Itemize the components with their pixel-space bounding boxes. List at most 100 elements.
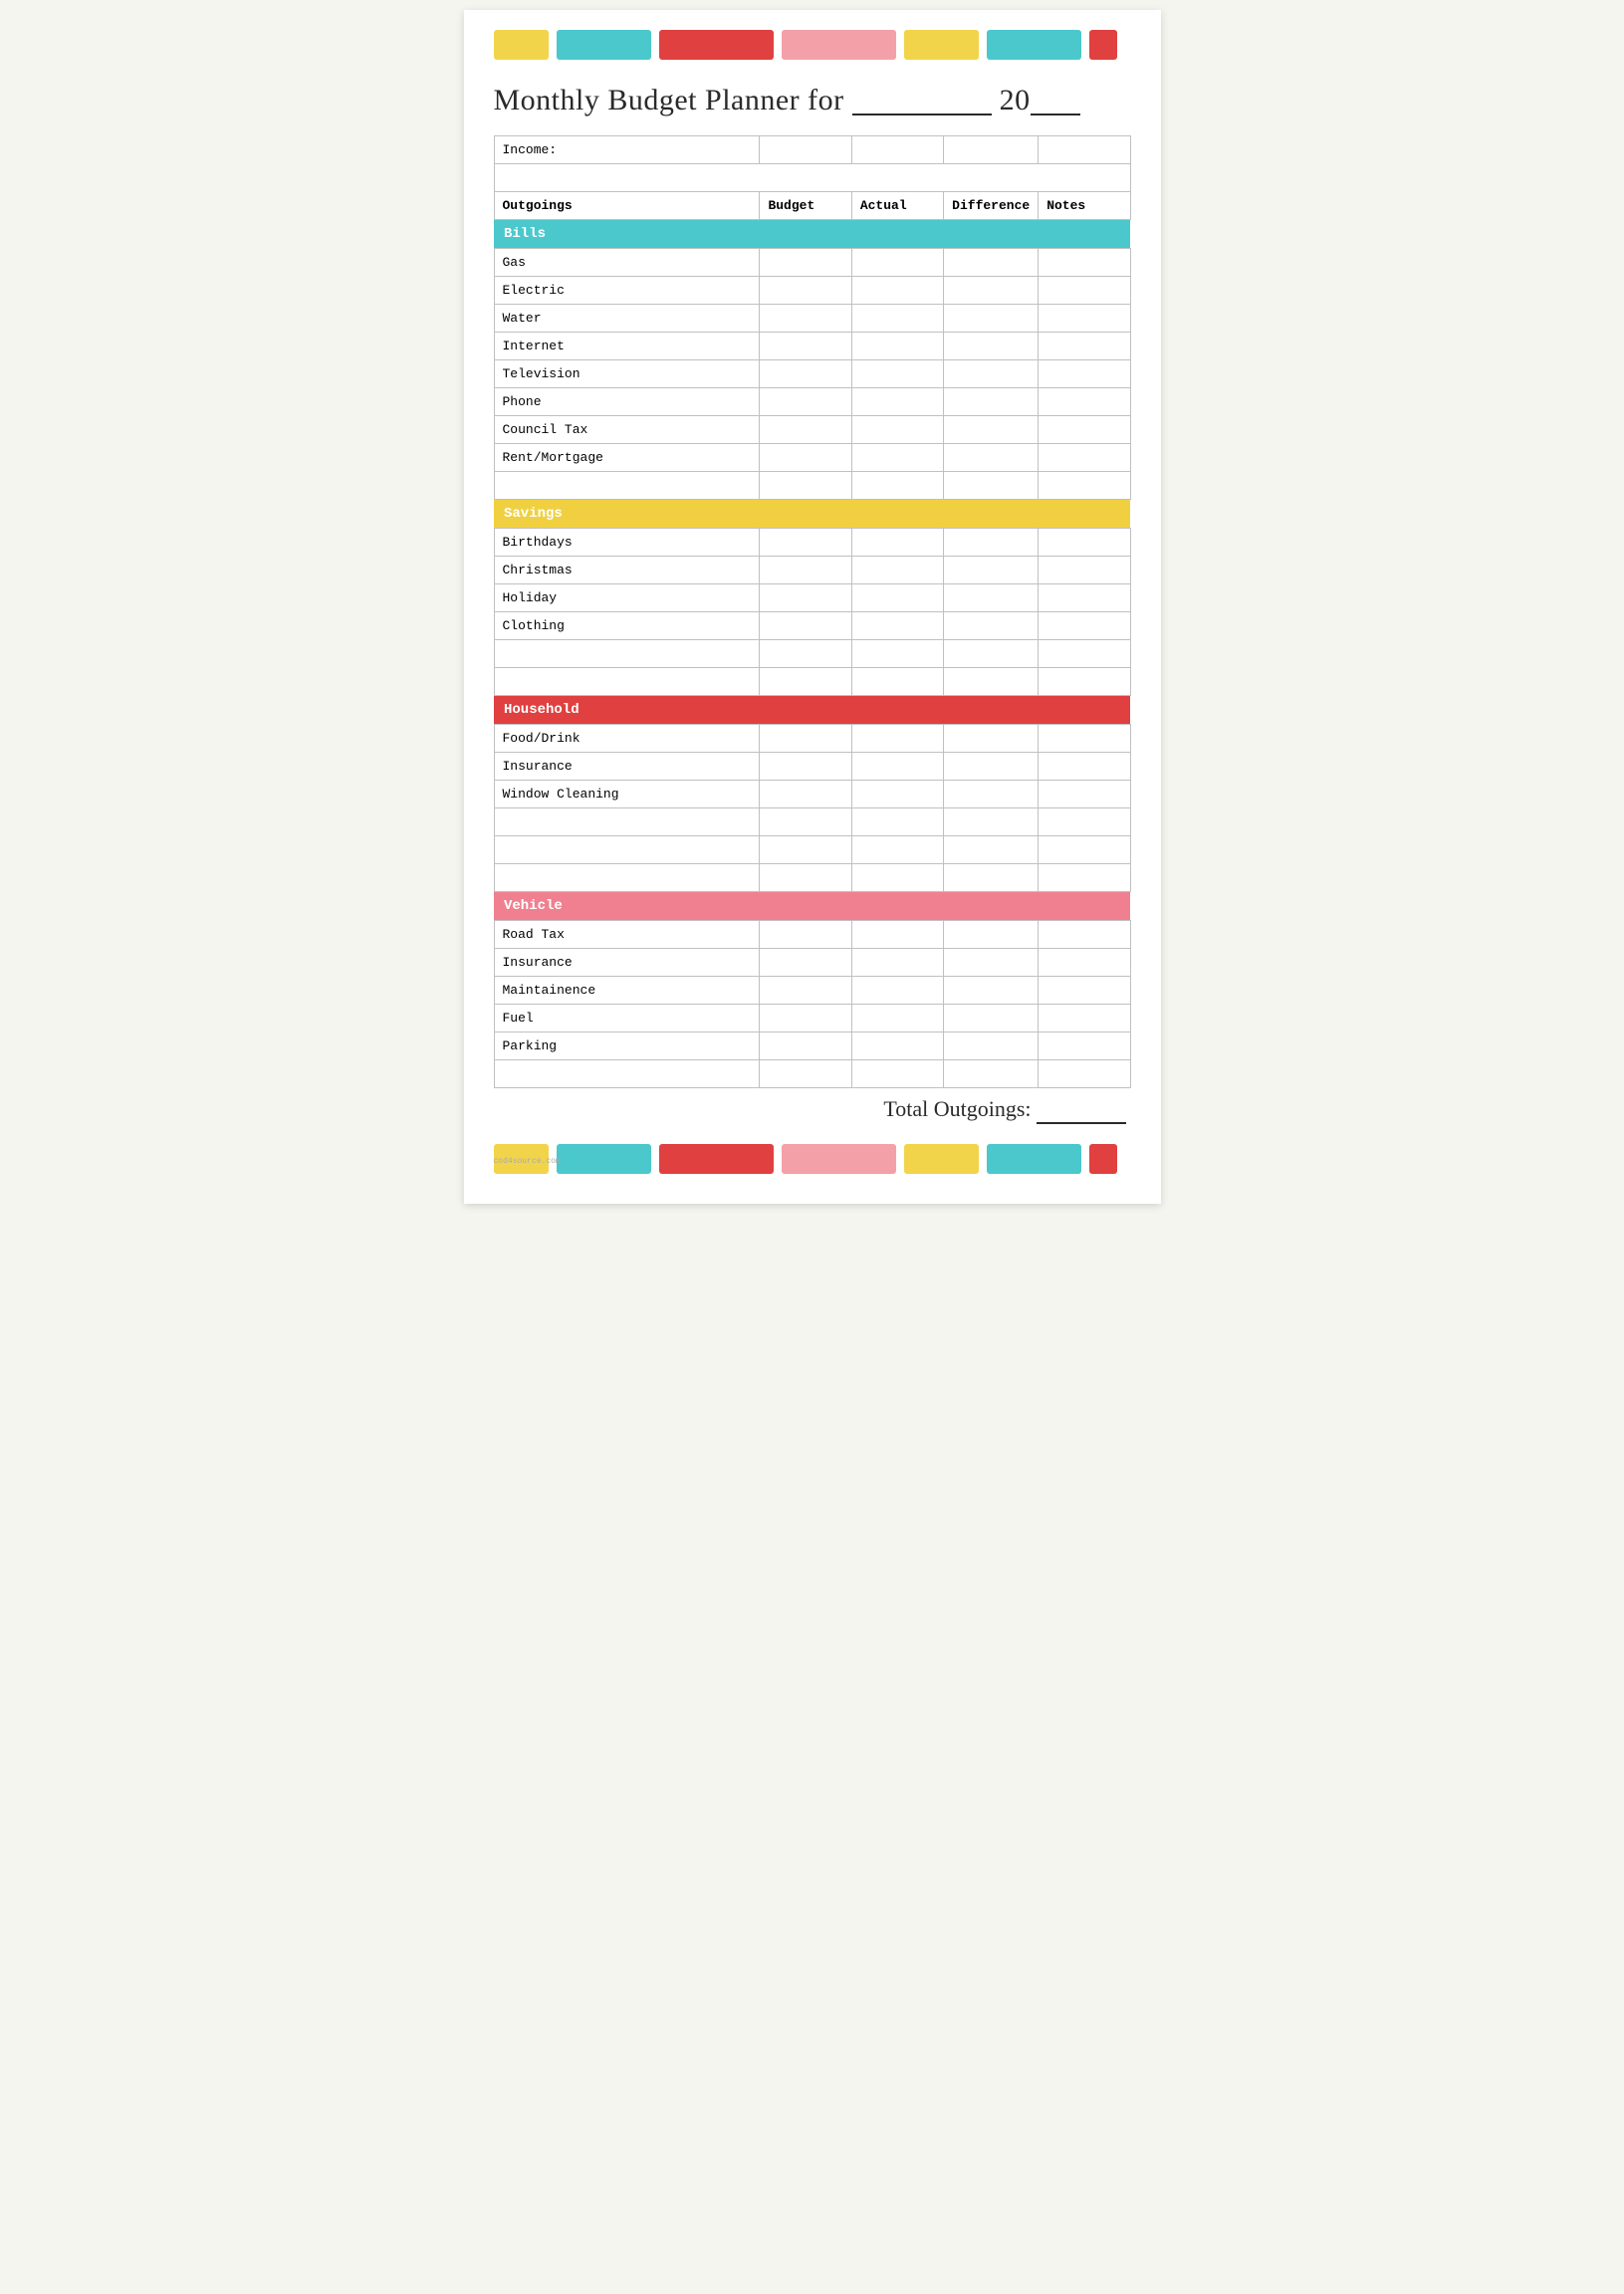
row-insurance-vehicle: Insurance xyxy=(494,949,1130,977)
maintainence-notes xyxy=(1039,977,1130,1005)
section-household-header: Household xyxy=(494,696,1130,725)
bottom-bar-teal-1 xyxy=(557,1144,651,1174)
label-maintainence: Maintainence xyxy=(494,977,760,1005)
savings-label: Savings xyxy=(494,500,1130,529)
label-holiday: Holiday xyxy=(494,584,760,612)
row-water: Water xyxy=(494,305,1130,333)
total-value-line xyxy=(1037,1096,1126,1124)
gas-diff xyxy=(944,249,1039,277)
row-rent-mortgage: Rent/Mortgage xyxy=(494,444,1130,472)
savings-spacer-2 xyxy=(494,668,1130,696)
rent-actual xyxy=(851,444,943,472)
label-food-drink: Food/Drink xyxy=(494,725,760,753)
page-title: Monthly Budget Planner for 20 xyxy=(494,80,1131,117)
bar-teal-2 xyxy=(987,30,1081,60)
birthdays-diff xyxy=(944,529,1039,557)
label-gas: Gas xyxy=(494,249,760,277)
electric-diff xyxy=(944,277,1039,305)
row-parking: Parking xyxy=(494,1032,1130,1060)
water-notes xyxy=(1039,305,1130,333)
insurance-h-actual xyxy=(851,753,943,781)
col-header-notes: Notes xyxy=(1039,192,1130,220)
col-header-actual: Actual xyxy=(851,192,943,220)
council-tax-notes xyxy=(1039,416,1130,444)
insurance-h-budget xyxy=(760,753,851,781)
label-internet: Internet xyxy=(494,333,760,360)
row-insurance-household: Insurance xyxy=(494,753,1130,781)
bar-red-1 xyxy=(659,30,774,60)
phone-diff xyxy=(944,388,1039,416)
row-fuel: Fuel xyxy=(494,1005,1130,1032)
bottom-color-bar xyxy=(494,1144,1131,1174)
bar-red-2 xyxy=(1089,30,1117,60)
council-tax-diff xyxy=(944,416,1039,444)
internet-budget xyxy=(760,333,851,360)
fuel-notes xyxy=(1039,1005,1130,1032)
gas-budget xyxy=(760,249,851,277)
household-label: Household xyxy=(494,696,1130,725)
insurance-v-actual xyxy=(851,949,943,977)
row-holiday: Holiday xyxy=(494,584,1130,612)
label-television: Television xyxy=(494,360,760,388)
row-christmas: Christmas xyxy=(494,557,1130,584)
window-notes xyxy=(1039,781,1130,808)
label-phone: Phone xyxy=(494,388,760,416)
rent-budget xyxy=(760,444,851,472)
income-notes xyxy=(1039,136,1130,164)
row-road-tax: Road Tax xyxy=(494,921,1130,949)
christmas-diff xyxy=(944,557,1039,584)
window-actual xyxy=(851,781,943,808)
label-rent-mortgage: Rent/Mortgage xyxy=(494,444,760,472)
label-road-tax: Road Tax xyxy=(494,921,760,949)
vehicle-spacer xyxy=(494,1060,1130,1088)
page: Monthly Budget Planner for 20 Income: Ou… xyxy=(464,10,1161,1204)
clothing-notes xyxy=(1039,612,1130,640)
savings-spacer-1 xyxy=(494,640,1130,668)
vehicle-label: Vehicle xyxy=(494,892,1130,921)
electric-actual xyxy=(851,277,943,305)
insurance-h-notes xyxy=(1039,753,1130,781)
fuel-budget xyxy=(760,1005,851,1032)
income-row: Income: xyxy=(494,136,1130,164)
bills-label: Bills xyxy=(494,220,1130,249)
label-parking: Parking xyxy=(494,1032,760,1060)
budget-table: Income: Outgoings Budget Actual Differen… xyxy=(494,135,1131,1088)
window-diff xyxy=(944,781,1039,808)
section-savings-header: Savings xyxy=(494,500,1130,529)
household-spacer-2 xyxy=(494,836,1130,864)
bar-yellow-2 xyxy=(904,30,979,60)
christmas-budget xyxy=(760,557,851,584)
label-clothing: Clothing xyxy=(494,612,760,640)
holiday-notes xyxy=(1039,584,1130,612)
holiday-actual xyxy=(851,584,943,612)
row-maintainence: Maintainence xyxy=(494,977,1130,1005)
row-food-drink: Food/Drink xyxy=(494,725,1130,753)
television-budget xyxy=(760,360,851,388)
food-notes xyxy=(1039,725,1130,753)
title-name-line xyxy=(852,80,992,115)
row-gas: Gas xyxy=(494,249,1130,277)
income-actual xyxy=(851,136,943,164)
insurance-v-budget xyxy=(760,949,851,977)
row-internet: Internet xyxy=(494,333,1130,360)
parking-notes xyxy=(1039,1032,1130,1060)
column-headers: Outgoings Budget Actual Difference Notes xyxy=(494,192,1130,220)
row-birthdays: Birthdays xyxy=(494,529,1130,557)
income-spacer xyxy=(494,164,1130,192)
insurance-v-notes xyxy=(1039,949,1130,977)
clothing-actual xyxy=(851,612,943,640)
parking-actual xyxy=(851,1032,943,1060)
label-christmas: Christmas xyxy=(494,557,760,584)
electric-notes xyxy=(1039,277,1130,305)
gas-actual xyxy=(851,249,943,277)
internet-diff xyxy=(944,333,1039,360)
bills-spacer xyxy=(494,472,1130,500)
birthdays-actual xyxy=(851,529,943,557)
gas-notes xyxy=(1039,249,1130,277)
maintainence-budget xyxy=(760,977,851,1005)
maintainence-actual xyxy=(851,977,943,1005)
label-fuel: Fuel xyxy=(494,1005,760,1032)
road-tax-actual xyxy=(851,921,943,949)
row-clothing: Clothing xyxy=(494,612,1130,640)
label-insurance-vehicle: Insurance xyxy=(494,949,760,977)
